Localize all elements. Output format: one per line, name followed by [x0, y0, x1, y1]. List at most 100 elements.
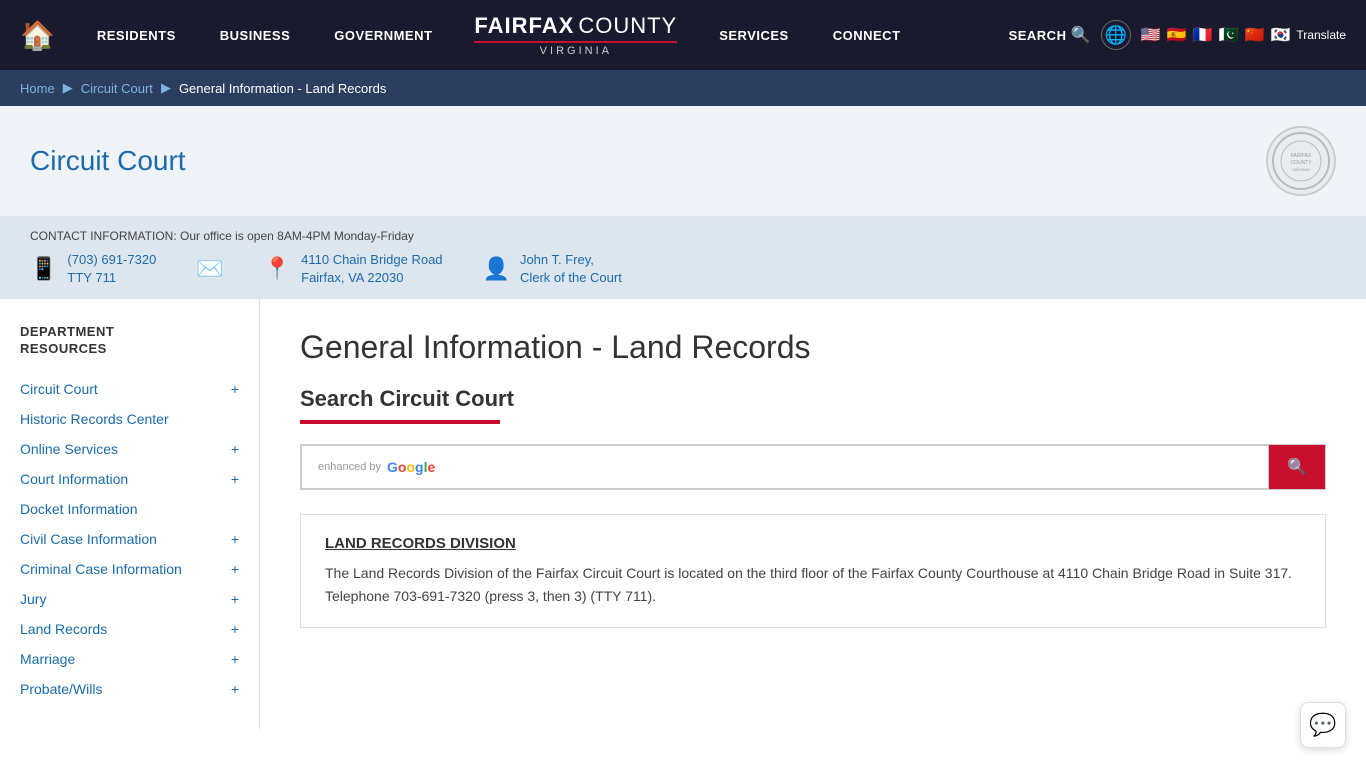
sidebar-plus-probate-wills[interactable]: +: [231, 681, 239, 697]
sidebar-link-online-services[interactable]: Online Services: [20, 441, 118, 457]
sidebar-item-jury: Jury +: [20, 584, 239, 614]
translate-label[interactable]: Translate: [1296, 28, 1346, 42]
clerk-name: John T. Frey,: [520, 251, 622, 269]
sidebar-plus-circuit-court[interactable]: +: [231, 381, 239, 397]
sidebar-item-historic-records: Historic Records Center: [20, 404, 239, 434]
sidebar-link-marriage[interactable]: Marriage: [20, 651, 75, 667]
sidebar-plus-land-records[interactable]: +: [231, 621, 239, 637]
flag-cn: 🇨🇳: [1245, 25, 1265, 45]
logo-underline: [474, 41, 677, 43]
nav-item-residents[interactable]: RESIDENTS: [75, 0, 198, 70]
clerk-title: Clerk of the Court: [520, 269, 622, 287]
sidebar-plus-court-information[interactable]: +: [231, 471, 239, 487]
svg-text:VIRGINIA: VIRGINIA: [1292, 167, 1310, 172]
search-label: SEARCH: [1009, 28, 1067, 43]
sidebar-link-court-information[interactable]: Court Information: [20, 471, 128, 487]
phone-icon: 📱: [30, 256, 57, 282]
logo-fairfax: FAIRFAX: [474, 13, 574, 39]
contact-bar: CONTACT INFORMATION: Our office is open …: [0, 217, 1366, 299]
sidebar-link-circuit-court[interactable]: Circuit Court: [20, 381, 98, 397]
sidebar-item-criminal-case: Criminal Case Information +: [20, 554, 239, 584]
sidebar-link-land-records[interactable]: Land Records: [20, 621, 107, 637]
info-box-title: LAND RECORDS DIVISION: [325, 535, 1301, 552]
sidebar-plus-marriage[interactable]: +: [231, 651, 239, 667]
contact-label: CONTACT INFORMATION: Our office is open …: [30, 229, 1336, 243]
info-box-text: The Land Records Division of the Fairfax…: [325, 562, 1301, 607]
breadcrumb-arrow-1: ▶: [63, 80, 73, 96]
phone-number[interactable]: (703) 691-7320: [67, 251, 156, 269]
breadcrumb-home[interactable]: Home: [20, 81, 55, 96]
sidebar-item-online-services: Online Services +: [20, 434, 239, 464]
search-button[interactable]: 🔍: [1269, 445, 1325, 489]
search-box: enhanced by Google 🔍: [300, 444, 1326, 490]
flag-us: 🇺🇸: [1141, 25, 1161, 45]
site-logo[interactable]: FAIRFAX COUNTY VIRGINIA: [454, 13, 697, 57]
logo-county: COUNTY: [578, 13, 677, 39]
sidebar-item-docket-information: Docket Information: [20, 494, 239, 524]
translate-area: 🇺🇸 🇪🇸 🇫🇷 🇵🇰 🇨🇳 🇰🇷 Translate: [1141, 25, 1346, 45]
top-navigation: 🏠 RESIDENTS BUSINESS GOVERNMENT FAIRFAX …: [0, 0, 1366, 70]
flag-kr: 🇰🇷: [1271, 25, 1291, 45]
search-section-heading: Search Circuit Court: [300, 386, 1326, 412]
address-line2: Fairfax, VA 22030: [301, 269, 442, 287]
address-line1: 4110 Chain Bridge Road: [301, 251, 442, 269]
nav-item-business[interactable]: BUSINESS: [198, 0, 312, 70]
contact-clerk-text: John T. Frey, Clerk of the Court: [520, 251, 622, 287]
chat-bubble-button[interactable]: 💬: [1300, 702, 1346, 748]
nav-item-services[interactable]: SERVICES: [697, 0, 811, 70]
location-icon: 📍: [264, 256, 291, 282]
content-title: General Information - Land Records: [300, 329, 1326, 366]
search-nav-button[interactable]: SEARCH 🔍: [1009, 25, 1091, 45]
sidebar-item-probate-wills: Probate/Wills +: [20, 674, 239, 704]
breadcrumb-circuit-court[interactable]: Circuit Court: [81, 81, 153, 96]
land-records-info-box: LAND RECORDS DIVISION The Land Records D…: [300, 514, 1326, 628]
sidebar-item-land-records: Land Records +: [20, 614, 239, 644]
section-heading-underline: [300, 420, 500, 424]
nav-item-connect[interactable]: CONNECT: [811, 0, 923, 70]
nav-item-government[interactable]: GOVERNMENT: [312, 0, 454, 70]
home-icon[interactable]: 🏠: [20, 19, 55, 52]
search-input[interactable]: [441, 459, 1252, 475]
sidebar-plus-civil-case[interactable]: +: [231, 531, 239, 547]
page-title: Circuit Court: [30, 145, 186, 177]
sidebar-link-jury[interactable]: Jury: [20, 591, 46, 607]
flag-es: 🇪🇸: [1167, 25, 1187, 45]
sidebar-link-historic-records[interactable]: Historic Records Center: [20, 411, 169, 427]
person-icon: 👤: [483, 256, 510, 282]
sidebar-plus-criminal-case[interactable]: +: [231, 561, 239, 577]
svg-text:FAIRFAX: FAIRFAX: [1291, 153, 1312, 159]
contact-clerk: 👤 John T. Frey, Clerk of the Court: [483, 251, 622, 287]
search-icon: 🔍: [1070, 25, 1090, 45]
nav-items: RESIDENTS BUSINESS GOVERNMENT FAIRFAX CO…: [75, 0, 1009, 70]
breadcrumb-arrow-2: ▶: [161, 80, 171, 96]
page-header: Circuit Court FAIRFAX COUNTY VIRGINIA: [0, 106, 1366, 217]
sidebar-link-criminal-case[interactable]: Criminal Case Information: [20, 561, 182, 577]
contact-address-text: 4110 Chain Bridge Road Fairfax, VA 22030: [301, 251, 442, 287]
svg-text:COUNTY: COUNTY: [1290, 160, 1312, 166]
contact-items: 📱 (703) 691-7320 TTY 711 ✉️ 📍 4110 Chain…: [30, 251, 1336, 287]
sidebar-link-docket-information[interactable]: Docket Information: [20, 501, 138, 517]
contact-email[interactable]: ✉️: [196, 256, 223, 282]
main-layout: DEPARTMENTRESOURCES Circuit Court + Hist…: [0, 299, 1366, 729]
chat-icon: 💬: [1309, 712, 1336, 738]
logo-virginia: VIRGINIA: [540, 45, 612, 57]
tty-number: TTY 711: [67, 269, 156, 287]
sidebar-item-marriage: Marriage +: [20, 644, 239, 674]
nav-right: SEARCH 🔍 🌐 🇺🇸 🇪🇸 🇫🇷 🇵🇰 🇨🇳 🇰🇷 Translate: [1009, 20, 1346, 50]
sidebar-link-probate-wills[interactable]: Probate/Wills: [20, 681, 102, 697]
search-input-area: enhanced by Google: [301, 445, 1269, 489]
breadcrumb-current: General Information - Land Records: [179, 81, 386, 96]
google-logo: Google: [387, 459, 435, 475]
globe-icon[interactable]: 🌐: [1101, 20, 1131, 50]
flag-fr: 🇫🇷: [1193, 25, 1213, 45]
main-content: General Information - Land Records Searc…: [260, 299, 1366, 729]
globe-symbol: 🌐: [1105, 25, 1127, 46]
enhanced-by-label: enhanced by: [318, 461, 381, 473]
contact-phone: 📱 (703) 691-7320 TTY 711: [30, 251, 156, 287]
sidebar-plus-jury[interactable]: +: [231, 591, 239, 607]
sidebar-link-civil-case[interactable]: Civil Case Information: [20, 531, 157, 547]
breadcrumb: Home ▶ Circuit Court ▶ General Informati…: [0, 70, 1366, 106]
email-icon: ✉️: [196, 256, 223, 282]
sidebar-section-title: DEPARTMENTRESOURCES: [20, 324, 239, 358]
sidebar-plus-online-services[interactable]: +: [231, 441, 239, 457]
